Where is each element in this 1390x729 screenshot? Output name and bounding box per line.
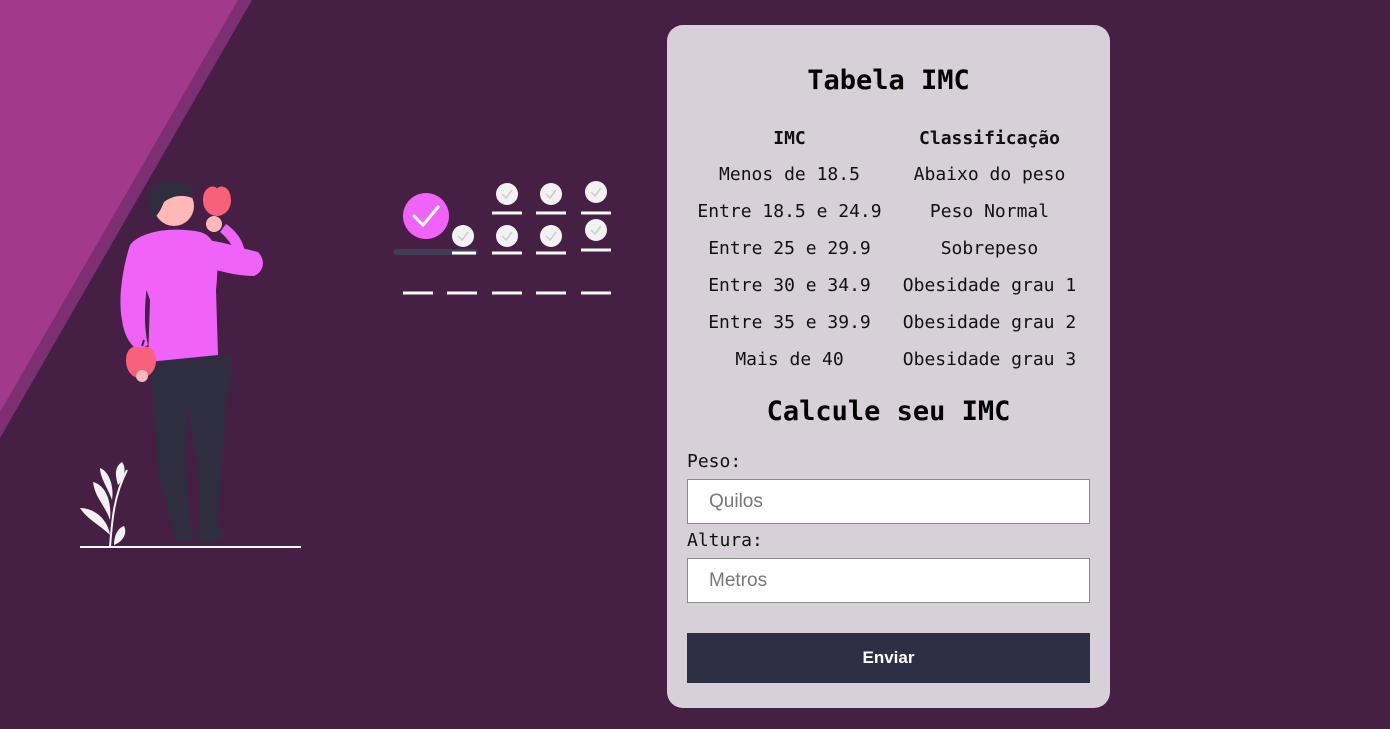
checklist-progress-icon [393,181,611,295]
table-cell-classification: Peso Normal [929,201,1050,222]
table-cell-imc: Entre 30 e 34.9 [708,275,871,296]
table-cell-imc: Menos de 18.5 [719,164,860,185]
table-cell-imc: Entre 25 e 29.9 [708,238,871,259]
submit-button[interactable]: Enviar [687,633,1090,683]
height-input[interactable] [687,558,1090,603]
table-row: Entre 25 e 29.9 Sobrepeso [689,230,1089,267]
table-cell-classification: Abaixo do peso [913,164,1066,185]
table-cell-classification: Sobrepeso [940,238,1039,259]
table-cell-classification: Obesidade grau 2 [902,312,1077,333]
table-header-imc: IMC [773,127,806,149]
table-row: Entre 35 e 39.9 Obesidade grau 2 [689,304,1089,341]
page: Tabela IMC IMC Classificação Menos de 18… [0,0,1390,729]
table-cell-classification: Obesidade grau 1 [902,275,1077,296]
table-cell-imc: Mais de 40 [735,349,844,370]
table-row: Entre 30 e 34.9 Obesidade grau 1 [689,267,1089,304]
table-header-row: IMC Classificação [689,120,1089,156]
illustration [80,179,611,548]
table-header-classification: Classificação [919,127,1060,149]
table-title: Tabela IMC [807,65,970,96]
table-cell-classification: Obesidade grau 3 [902,349,1077,370]
person-eating-apple-icon [120,179,263,542]
weight-label: Peso: [687,451,742,472]
table-cell-imc: Entre 18.5 e 24.9 [697,201,882,222]
table-row: Entre 18.5 e 24.9 Peso Normal [689,193,1089,230]
imc-table: IMC Classificação Menos de 18.5 Abaixo d… [689,120,1089,378]
plant-icon [80,462,128,548]
imc-card: Tabela IMC IMC Classificação Menos de 18… [667,25,1110,708]
table-cell-imc: Entre 35 e 39.9 [708,312,871,333]
height-label: Altura: [687,530,763,551]
weight-input[interactable] [687,479,1090,524]
table-row: Menos de 18.5 Abaixo do peso [689,156,1089,193]
table-row: Mais de 40 Obesidade grau 3 [689,341,1089,378]
calculator-title: Calcule seu IMC [766,396,1011,427]
